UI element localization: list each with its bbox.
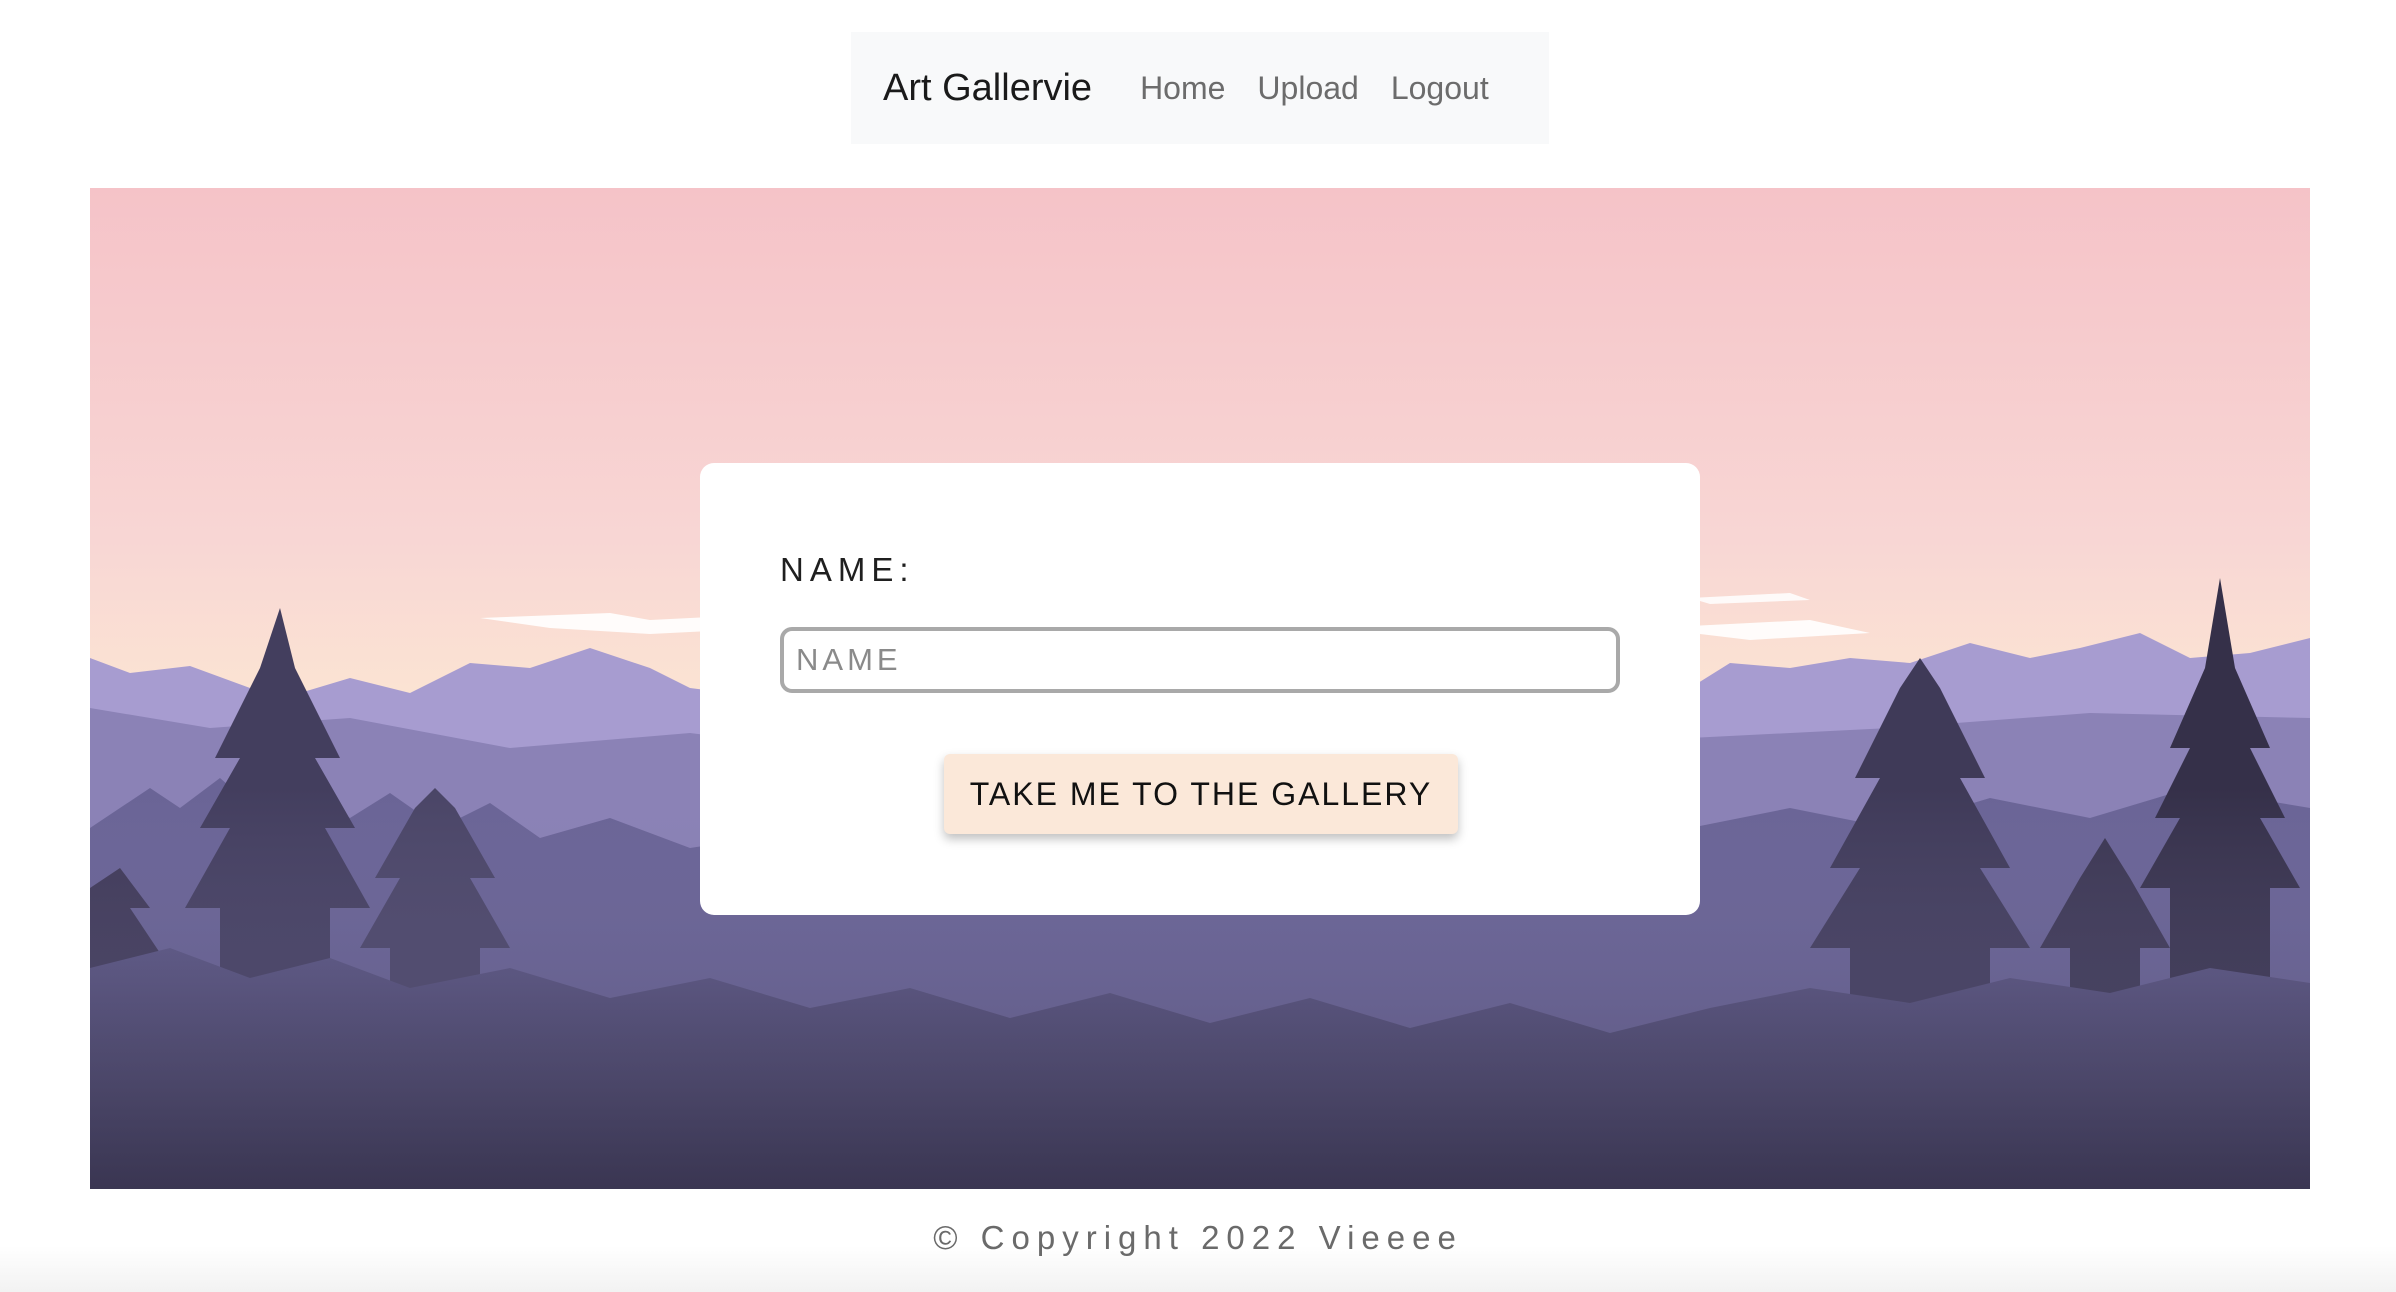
nav-link-upload[interactable]: Upload	[1257, 70, 1358, 107]
brand-logo[interactable]: Art Gallervie	[883, 67, 1092, 110]
nav-link-home[interactable]: Home	[1140, 70, 1225, 107]
navbar: Art Gallervie Home Upload Logout	[851, 32, 1549, 144]
name-label: NAME:	[780, 551, 915, 588]
take-me-to-gallery-button[interactable]: TAKE ME TO THE GALLERY	[944, 754, 1458, 834]
name-input[interactable]	[780, 627, 1620, 693]
footer: © Copyright 2022 Vieeee	[0, 1189, 2396, 1292]
copyright-text: © Copyright 2022 Vieeee	[933, 1219, 1463, 1256]
nav-link-logout[interactable]: Logout	[1391, 70, 1489, 107]
login-card: NAME: TAKE ME TO THE GALLERY	[700, 463, 1700, 915]
